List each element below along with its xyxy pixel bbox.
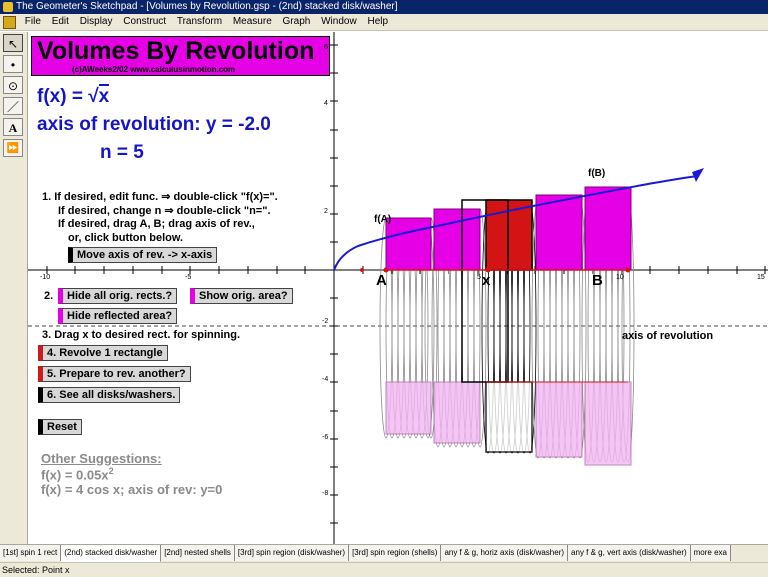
see-all-disks-button[interactable]: 6. See all disks/washers.	[38, 387, 181, 403]
tab-any-fg-horiz[interactable]: any f & g, horiz axis (disk/washer)	[441, 545, 569, 561]
menu-edit[interactable]: Edit	[52, 16, 69, 27]
n-value-text[interactable]: n = 5	[100, 142, 144, 164]
sketch-subtitle: (c)AWeeks2/02 www.calculusinmotion.com	[72, 65, 236, 74]
label-fB: f(B)	[588, 168, 606, 179]
y-tick-label: -8	[322, 490, 329, 497]
label-fA: f(A)	[374, 214, 392, 225]
tab-spin-1-rect[interactable]: [1st] spin 1 rect	[0, 545, 62, 561]
text-tool-icon[interactable]: A	[3, 118, 23, 136]
step-2-label: 2.	[44, 290, 54, 302]
y-tick-label: -2	[322, 318, 329, 325]
tab-more-examples[interactable]: more exa	[690, 545, 731, 561]
status-bar: Selected: Point x	[0, 562, 768, 577]
straightedge-tool-icon[interactable]: ／	[3, 97, 23, 115]
move-axis-button[interactable]: Move axis of rev. -> x-axis	[68, 247, 218, 263]
step-3-text: 3. Drag x to desired rect. for spinning.	[42, 329, 241, 341]
point-tool-icon[interactable]: •	[3, 55, 23, 73]
tab-spin-region-disk[interactable]: [3rd] spin region (disk/washer)	[234, 545, 350, 561]
label-A[interactable]: A	[376, 272, 387, 289]
reflected-rectangles	[385, 381, 632, 466]
tab-any-fg-vert[interactable]: any f & g, vert axis (disk/washer)	[568, 545, 691, 561]
x-tick-label: 15	[757, 274, 765, 281]
revolve-rectangle-button[interactable]: 4. Revolve 1 rectangle	[38, 345, 168, 361]
document-icon[interactable]	[3, 16, 16, 29]
instruction-line-1: 1. If desired, edit func. ⇒ double-click…	[42, 191, 278, 203]
hide-orig-rects-button[interactable]: Hide all orig. rects.?	[58, 288, 178, 304]
menu-help[interactable]: Help	[367, 16, 388, 27]
tab-spin-region-shells[interactable]: [3rd] spin region (shells)	[349, 545, 442, 561]
radical-icon: √	[88, 86, 99, 107]
curve-arrowhead	[692, 168, 704, 182]
show-orig-area-button[interactable]: Show orig. area?	[190, 288, 293, 304]
suggestions-heading: Other Suggestions:	[41, 451, 162, 466]
suggestion-1: f(x) = 0.05x2	[41, 466, 114, 482]
prepare-another-button[interactable]: 5. Prepare to rev. another?	[38, 366, 191, 382]
label-B[interactable]: B	[592, 272, 603, 289]
y-tick-label: 4	[324, 100, 328, 107]
menu-measure[interactable]: Measure	[233, 16, 272, 27]
window-title: The Geometer's Sketchpad - [Volumes by R…	[16, 1, 398, 12]
suggestion-1-exponent: 2	[108, 466, 114, 476]
x-tick-label: -5	[185, 274, 192, 281]
menu-file[interactable]: File	[25, 16, 41, 27]
y-tick-label: 6	[324, 44, 328, 51]
hide-reflected-button[interactable]: Hide reflected area?	[58, 308, 178, 324]
sketch-title: Volumes By Revolution	[37, 37, 315, 65]
suggestion-2: f(x) = 4 cos x; axis of rev: y=0	[41, 482, 223, 497]
instruction-line-2: If desired, change n ⇒ double-click "n="…	[58, 205, 271, 217]
axis-of-revolution-label: axis of revolution	[622, 330, 714, 342]
menu-window[interactable]: Window	[321, 16, 357, 27]
menu-construct[interactable]: Construct	[123, 16, 166, 27]
menu-transform[interactable]: Transform	[177, 16, 222, 27]
function-prefix: f(x) =	[37, 86, 89, 107]
arrow-select-icon[interactable]: ↖	[3, 34, 23, 52]
function-arg: x	[98, 84, 110, 107]
y-tick-label: -6	[322, 434, 329, 441]
reset-button[interactable]: Reset	[38, 419, 82, 435]
sketch-canvas[interactable]: Volumes By Revolution (c)AWeeks2/02 www.…	[28, 32, 768, 544]
tab-stacked-disk-washer[interactable]: (2nd) stacked disk/washer	[61, 545, 162, 562]
menu-bar: File Edit Display Construct Transform Me…	[0, 14, 768, 31]
x-tick-label: -10	[40, 274, 51, 281]
instruction-line-3: If desired, drag A, B; drag axis of rev.…	[58, 218, 255, 230]
custom-tool-icon[interactable]: ⏩	[3, 139, 23, 157]
instruction-line-4: or, click button below.	[68, 232, 184, 244]
axis-of-revolution-text[interactable]: axis of revolution: y = -2.0	[37, 114, 271, 136]
x-tick-label: 10	[616, 274, 624, 281]
tab-nested-shells[interactable]: [2nd] nested shells	[161, 545, 235, 561]
point-B	[625, 267, 631, 273]
label-x[interactable]: x	[482, 272, 490, 289]
window-title-bar: The Geometer's Sketchpad - [Volumes by R…	[0, 0, 768, 14]
page-tabs: [1st] spin 1 rect (2nd) stacked disk/wash…	[0, 544, 768, 563]
y-tick-label: -4	[322, 376, 329, 383]
x-tick-label: 5	[477, 274, 481, 281]
menu-graph[interactable]: Graph	[283, 16, 311, 27]
function-label[interactable]: f(x) = √x	[37, 84, 110, 108]
suggestion-1-text: f(x) = 0.05x	[41, 467, 109, 483]
point-axis-handle	[360, 268, 364, 272]
y-tick-label: 2	[324, 208, 328, 215]
compass-tool-icon[interactable]: ⊙	[3, 76, 23, 94]
toolbox: ↖ • ⊙ ／ A ⏩	[0, 32, 28, 544]
sketch-title-box: Volumes By Revolution (c)AWeeks2/02 www.…	[31, 36, 330, 76]
sketchpad-app-icon	[3, 2, 13, 12]
menu-display[interactable]: Display	[80, 16, 113, 27]
